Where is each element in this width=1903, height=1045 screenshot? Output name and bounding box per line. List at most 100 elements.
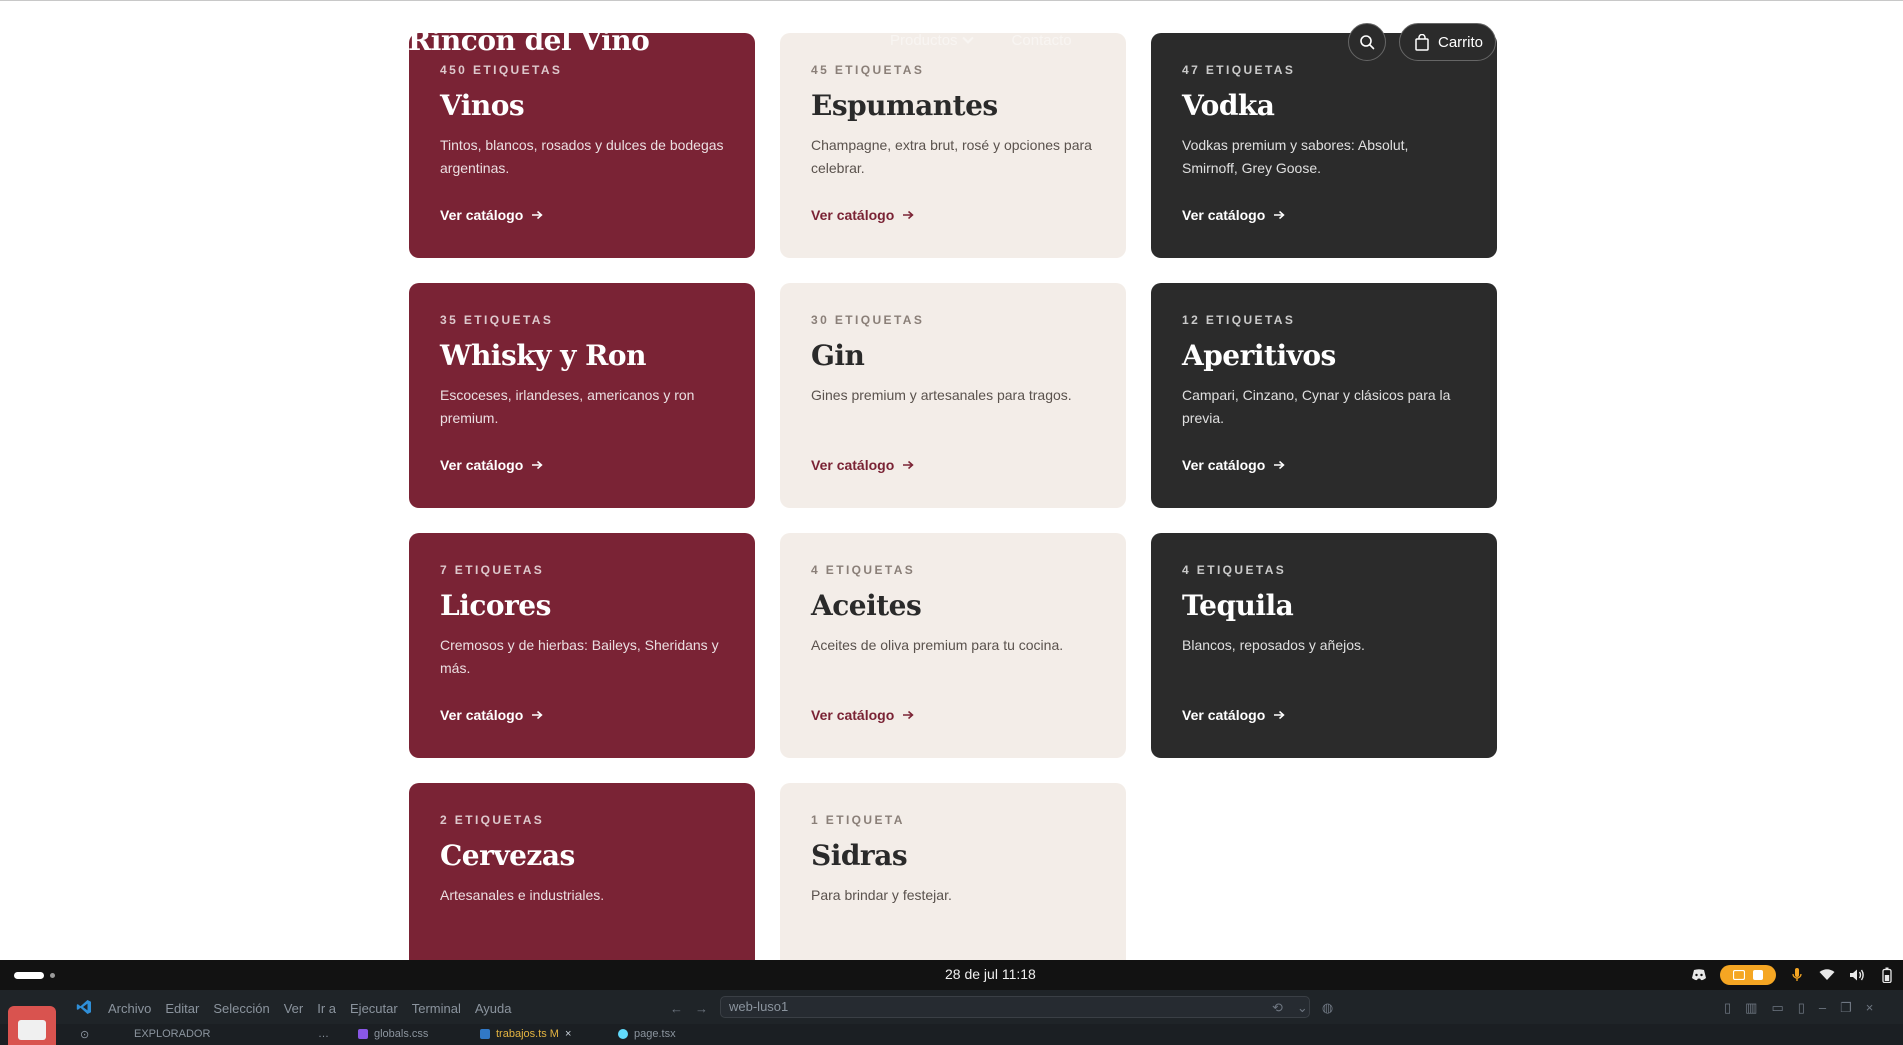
category-count: 35 ETIQUETAS bbox=[440, 313, 554, 327]
view-catalog-link[interactable]: Ver catálogo bbox=[440, 707, 543, 723]
category-description: Cremosos y de hierbas: Baileys, Sheridan… bbox=[440, 636, 719, 676]
arrow-right-icon bbox=[1273, 210, 1285, 220]
menu-item[interactable]: Selección bbox=[213, 1001, 269, 1016]
category-title: Tequila bbox=[1182, 589, 1294, 622]
menu-item[interactable]: Ejecutar bbox=[350, 1001, 398, 1016]
minimize-icon[interactable]: – bbox=[1819, 1000, 1826, 1016]
menu-item[interactable]: Ayuda bbox=[475, 1001, 512, 1016]
category-card[interactable]: 2 ETIQUETAS Cervezas Artesanales e industr… bbox=[409, 783, 755, 960]
accounts-icon[interactable]: ◍ bbox=[1322, 1000, 1333, 1016]
back-arrow-icon[interactable]: ← bbox=[670, 1001, 683, 1016]
category-title: Licores bbox=[440, 589, 551, 622]
system-taskbar: 28 de jul 11:18 bbox=[0, 960, 1903, 990]
vscode-menu: Archivo Editar Selección Ver Ir a Ejecutar Ter… bbox=[108, 1001, 511, 1016]
category-card[interactable]: 35 ETIQUETAS Whisky y Ron Escoceses, irlan… bbox=[409, 283, 755, 508]
workspace-dot[interactable] bbox=[50, 973, 55, 978]
view-catalog-label: Ver catálogo bbox=[1182, 457, 1266, 473]
category-description: Gines premium y artesanales para tragos. bbox=[811, 386, 1072, 403]
clock[interactable]: 28 de jul 11:18 bbox=[945, 966, 1036, 982]
category-count: 4 ETIQUETAS bbox=[811, 563, 916, 577]
category-count: 4 ETIQUETAS bbox=[1182, 563, 1287, 577]
search-icon bbox=[1360, 35, 1375, 50]
category-card[interactable]: 7 ETIQUETAS Licores Cremosos y de hierbas:… bbox=[409, 533, 755, 758]
arrow-right-icon bbox=[1273, 460, 1285, 470]
arrow-right-icon bbox=[531, 210, 543, 220]
chevron-down-icon bbox=[961, 32, 974, 44]
category-title: Vinos bbox=[440, 89, 525, 122]
view-catalog-label: Ver catálogo bbox=[811, 457, 895, 473]
main-nav: Productos Contacto bbox=[890, 32, 1072, 49]
customize-layout-icon[interactable]: ▥ bbox=[1745, 1000, 1757, 1016]
category-card[interactable]: 30 ETIQUETAS Gin Gines premium y artesanal… bbox=[780, 283, 1126, 508]
toggle-sidebar-icon[interactable]: ▯ bbox=[1724, 1000, 1731, 1016]
command-center-input[interactable]: web-luso1 bbox=[720, 996, 1310, 1018]
brand-logo[interactable]: Rincon del Vino bbox=[408, 24, 650, 57]
battery-icon[interactable] bbox=[1878, 966, 1896, 984]
tab-page-tsx[interactable]: page.tsx bbox=[618, 1028, 676, 1040]
layout-controls: ▯ ▥ ▭ ▯ – ❐ × bbox=[1724, 1000, 1873, 1016]
wifi-icon[interactable] bbox=[1818, 966, 1836, 984]
nav-productos-label: Productos bbox=[890, 32, 958, 49]
view-catalog-label: Ver catálogo bbox=[811, 207, 895, 223]
view-catalog-link[interactable]: Ver catálogo bbox=[440, 457, 543, 473]
menu-item[interactable]: Editar bbox=[165, 1001, 199, 1016]
nav-contacto[interactable]: Contacto bbox=[1012, 32, 1072, 49]
category-description: Blancos, reposados y añejos. bbox=[1182, 636, 1365, 653]
search-button[interactable] bbox=[1348, 23, 1386, 61]
category-grid: 450 ETIQUETAS Vinos Tintos, blancos, rosad… bbox=[409, 33, 1497, 960]
copilot-controls: ⟲ ⌄ ◍ bbox=[1272, 1000, 1333, 1016]
nav-productos[interactable]: Productos bbox=[890, 32, 974, 49]
view-catalog-link[interactable]: Ver catálogo bbox=[1182, 457, 1285, 473]
view-catalog-link[interactable]: Ver catálogo bbox=[811, 707, 914, 723]
arrow-right-icon bbox=[531, 460, 543, 470]
forward-arrow-icon[interactable]: → bbox=[695, 1001, 708, 1016]
files-app-icon[interactable] bbox=[8, 1006, 56, 1045]
category-title: Vodka bbox=[1182, 89, 1275, 122]
toggle-panel-icon[interactable]: ▭ bbox=[1771, 1000, 1783, 1016]
copilot-icon[interactable]: ⟲ bbox=[1272, 1000, 1283, 1016]
category-card[interactable]: 1 ETIQUETA Sidras Para brindar y festejar.… bbox=[780, 783, 1126, 960]
more-actions-icon[interactable]: … bbox=[318, 1028, 329, 1040]
view-catalog-link[interactable]: Ver catálogo bbox=[440, 207, 543, 223]
menu-item[interactable]: Ver bbox=[284, 1001, 304, 1016]
menu-item[interactable]: Ir a bbox=[317, 1001, 336, 1016]
cart-label: Carrito bbox=[1438, 33, 1484, 51]
cart-button[interactable]: Carrito bbox=[1399, 23, 1496, 61]
volume-icon[interactable] bbox=[1848, 966, 1866, 984]
tab-globals-css[interactable]: globals.css bbox=[358, 1028, 428, 1040]
toggle-secondary-sidebar-icon[interactable]: ▯ bbox=[1798, 1000, 1805, 1016]
editor-tab-strip: ⊙ EXPLORADOR … globals.css trabajos.ts M… bbox=[0, 1024, 1903, 1045]
menu-item[interactable]: Archivo bbox=[108, 1001, 151, 1016]
view-catalog-link[interactable]: Ver catálogo bbox=[811, 207, 914, 223]
arrow-right-icon bbox=[1273, 710, 1285, 720]
microphone-icon[interactable] bbox=[1788, 966, 1806, 984]
discord-icon[interactable] bbox=[1690, 966, 1708, 984]
view-catalog-link[interactable]: Ver catálogo bbox=[811, 457, 914, 473]
vscode-logo-icon bbox=[76, 1000, 91, 1014]
restore-icon[interactable]: ❐ bbox=[1840, 1000, 1852, 1016]
category-description: Artesanales e industriales. bbox=[440, 886, 605, 903]
chevron-down-icon[interactable]: ⌄ bbox=[1297, 1000, 1308, 1016]
close-icon[interactable]: × bbox=[1866, 1000, 1874, 1016]
view-catalog-label: Ver catálogo bbox=[440, 707, 524, 723]
view-catalog-label: Ver catálogo bbox=[1182, 207, 1266, 223]
view-catalog-link[interactable]: Ver catálogo bbox=[1182, 207, 1285, 223]
category-title: Aceites bbox=[811, 589, 922, 622]
category-card[interactable]: 4 ETIQUETAS Tequila Blancos, reposados y a… bbox=[1151, 533, 1497, 758]
category-card[interactable]: 12 ETIQUETAS Aperitivos Campari, Cinzano, … bbox=[1151, 283, 1497, 508]
tab-trabajos-ts[interactable]: trabajos.ts M × bbox=[480, 1028, 571, 1040]
workspace-indicator[interactable] bbox=[14, 972, 44, 979]
stop-recording-icon[interactable] bbox=[1753, 970, 1763, 980]
arrow-right-icon bbox=[902, 460, 914, 470]
category-description: Aceites de oliva premium para tu cocina. bbox=[811, 636, 1064, 653]
category-title: Cervezas bbox=[440, 839, 575, 872]
menu-item[interactable]: Terminal bbox=[412, 1001, 461, 1016]
close-tab-icon[interactable]: × bbox=[565, 1028, 571, 1040]
view-catalog-link[interactable]: Ver catálogo bbox=[1182, 707, 1285, 723]
account-icon[interactable]: ⊙ bbox=[80, 1028, 89, 1041]
category-description: Vodkas premium y sabores: Absolut, Smirn… bbox=[1182, 136, 1409, 176]
category-description: Tintos, blancos, rosados y dulces de bod… bbox=[440, 136, 724, 176]
category-description: Para brindar y festejar. bbox=[811, 886, 952, 903]
category-card[interactable]: 4 ETIQUETAS Aceites Aceites de oliva premi… bbox=[780, 533, 1126, 758]
screen-record-icon[interactable] bbox=[1720, 965, 1776, 985]
